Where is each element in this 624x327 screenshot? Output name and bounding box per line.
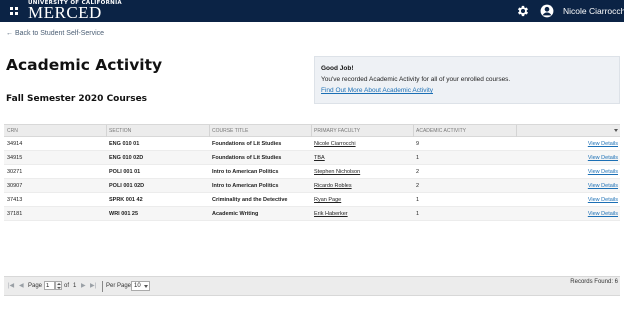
cell-section: POLI 001 02D: [109, 183, 145, 189]
cell-academic-activity: 1: [416, 211, 420, 217]
next-page-icon[interactable]: ▶: [81, 283, 86, 290]
of-label: of: [64, 283, 70, 289]
page-label: Page: [28, 283, 43, 289]
cell-crn: 30907: [7, 183, 23, 189]
cell-primary-faculty[interactable]: Erik Haberker: [314, 211, 348, 217]
cell-primary-faculty[interactable]: Nicole Ciarrocchi: [314, 141, 356, 147]
table-row: 34915 ENG 010 02D Foundations of Lit Stu…: [4, 151, 620, 165]
last-page-icon[interactable]: ▶|: [90, 283, 96, 290]
table-row: 37181 WRI 001 25 Academic Writing Erik H…: [4, 207, 620, 221]
courses-table: CRN SECTION COURSE TITLE PRIMARY FACULTY…: [4, 124, 620, 221]
table-row: 30907 POLI 001 02D Intro to American Pol…: [4, 179, 620, 193]
cell-section: POLI 001 01: [109, 169, 141, 175]
column-divider: [311, 125, 312, 137]
success-notice-box: Good Job! You've recorded Academic Activ…: [314, 56, 620, 104]
column-divider: [516, 125, 517, 137]
cell-primary-faculty[interactable]: Ryan Page: [314, 197, 341, 203]
per-page-value: 10: [134, 283, 141, 289]
table-row: 34914 ENG 010 01 Foundations of Lit Stud…: [4, 137, 620, 151]
notice-title: Good Job!: [321, 65, 354, 72]
cell-primary-faculty[interactable]: Stephen Nicholson: [314, 169, 360, 175]
cell-section: ENG 010 02D: [109, 155, 144, 161]
logo-merced-text: MERCED: [28, 3, 102, 22]
cell-primary-faculty[interactable]: Ricardo Robles: [314, 183, 352, 189]
cell-course-title: Foundations of Lit Studies: [212, 155, 282, 161]
column-divider: [413, 125, 414, 137]
cell-course-title: Academic Writing: [212, 211, 259, 217]
cell-section: SPRK 001 42: [109, 197, 143, 203]
per-page-label: Per Page: [106, 283, 132, 289]
cell-crn: 37181: [7, 211, 23, 217]
user-avatar-icon[interactable]: [540, 4, 554, 18]
column-divider: [106, 125, 107, 137]
table-row: 30271 POLI 001 01 Intro to American Poli…: [4, 165, 620, 179]
find-out-more-link[interactable]: Find Out More About Academic Activity: [321, 87, 433, 94]
column-header-primary-faculty[interactable]: PRIMARY FACULTY: [314, 128, 360, 134]
cell-academic-activity: 1: [416, 155, 420, 161]
cell-crn: 34914: [7, 141, 23, 147]
total-pages: 1: [73, 283, 77, 289]
column-header-section[interactable]: SECTION: [109, 128, 131, 134]
cell-section: ENG 010 01: [109, 141, 140, 147]
column-header-crn[interactable]: CRN: [7, 128, 18, 134]
page-title: Academic Activity: [6, 56, 163, 74]
cell-crn: 34915: [7, 155, 23, 161]
cell-crn: 30271: [7, 169, 23, 175]
cell-course-title: Criminality and the Detective: [212, 197, 288, 203]
cell-academic-activity: 9: [416, 141, 420, 147]
cell-course-title: Intro to American Politics: [212, 183, 279, 189]
cell-course-title: Intro to American Politics: [212, 169, 279, 175]
gear-icon[interactable]: [516, 4, 530, 18]
user-name[interactable]: Nicole Ciarrocchi: [563, 6, 624, 16]
cell-section: WRI 001 25: [109, 211, 139, 217]
records-found: Records Found: 6: [570, 279, 618, 285]
table-row: 37413 SPRK 001 42 Criminality and the De…: [4, 193, 620, 207]
term-title: Fall Semester 2020 Courses: [6, 94, 148, 104]
view-details-link[interactable]: View Details: [588, 155, 618, 161]
back-to-self-service-link[interactable]: ← Back to Student Self-Service: [6, 30, 104, 37]
cell-academic-activity: 1: [416, 197, 420, 203]
view-details-link[interactable]: View Details: [588, 183, 618, 189]
first-page-icon[interactable]: |◀: [8, 283, 14, 290]
column-header-academic-activity[interactable]: ACADEMIC ACTIVITY: [416, 128, 466, 134]
pager-divider: [102, 281, 103, 292]
column-menu-chevron-down-icon[interactable]: [614, 129, 618, 132]
notice-message: You've recorded Academic Activity for al…: [321, 76, 511, 83]
cell-crn: 37413: [7, 197, 23, 203]
previous-page-icon[interactable]: ◀: [19, 283, 24, 290]
top-navigation-bar: UNIVERSITY OF CALIFORNIA MERCED Nicole C…: [0, 0, 624, 22]
cell-academic-activity: 2: [416, 169, 420, 175]
apps-grid-icon[interactable]: [10, 7, 18, 15]
view-details-link[interactable]: View Details: [588, 169, 618, 175]
uc-merced-logo[interactable]: UNIVERSITY OF CALIFORNIA MERCED: [28, 0, 122, 22]
cell-primary-faculty[interactable]: TBA: [314, 155, 325, 161]
page-number-input[interactable]: [44, 281, 55, 290]
column-header-course-title[interactable]: COURSE TITLE: [212, 128, 248, 134]
view-details-link[interactable]: View Details: [588, 211, 618, 217]
column-divider: [209, 125, 210, 137]
chevron-down-icon: [144, 285, 148, 288]
table-header: CRN SECTION COURSE TITLE PRIMARY FACULTY…: [4, 124, 620, 137]
view-details-link[interactable]: View Details: [588, 197, 618, 203]
view-details-link[interactable]: View Details: [588, 141, 618, 147]
cell-course-title: Foundations of Lit Studies: [212, 141, 282, 147]
page-number-stepper[interactable]: [55, 281, 62, 290]
per-page-select[interactable]: 10: [131, 281, 150, 291]
table-pager: |◀ ◀ Page of 1 ▶ ▶| Per Page 10 Records …: [4, 276, 620, 296]
cell-academic-activity: 2: [416, 183, 420, 189]
